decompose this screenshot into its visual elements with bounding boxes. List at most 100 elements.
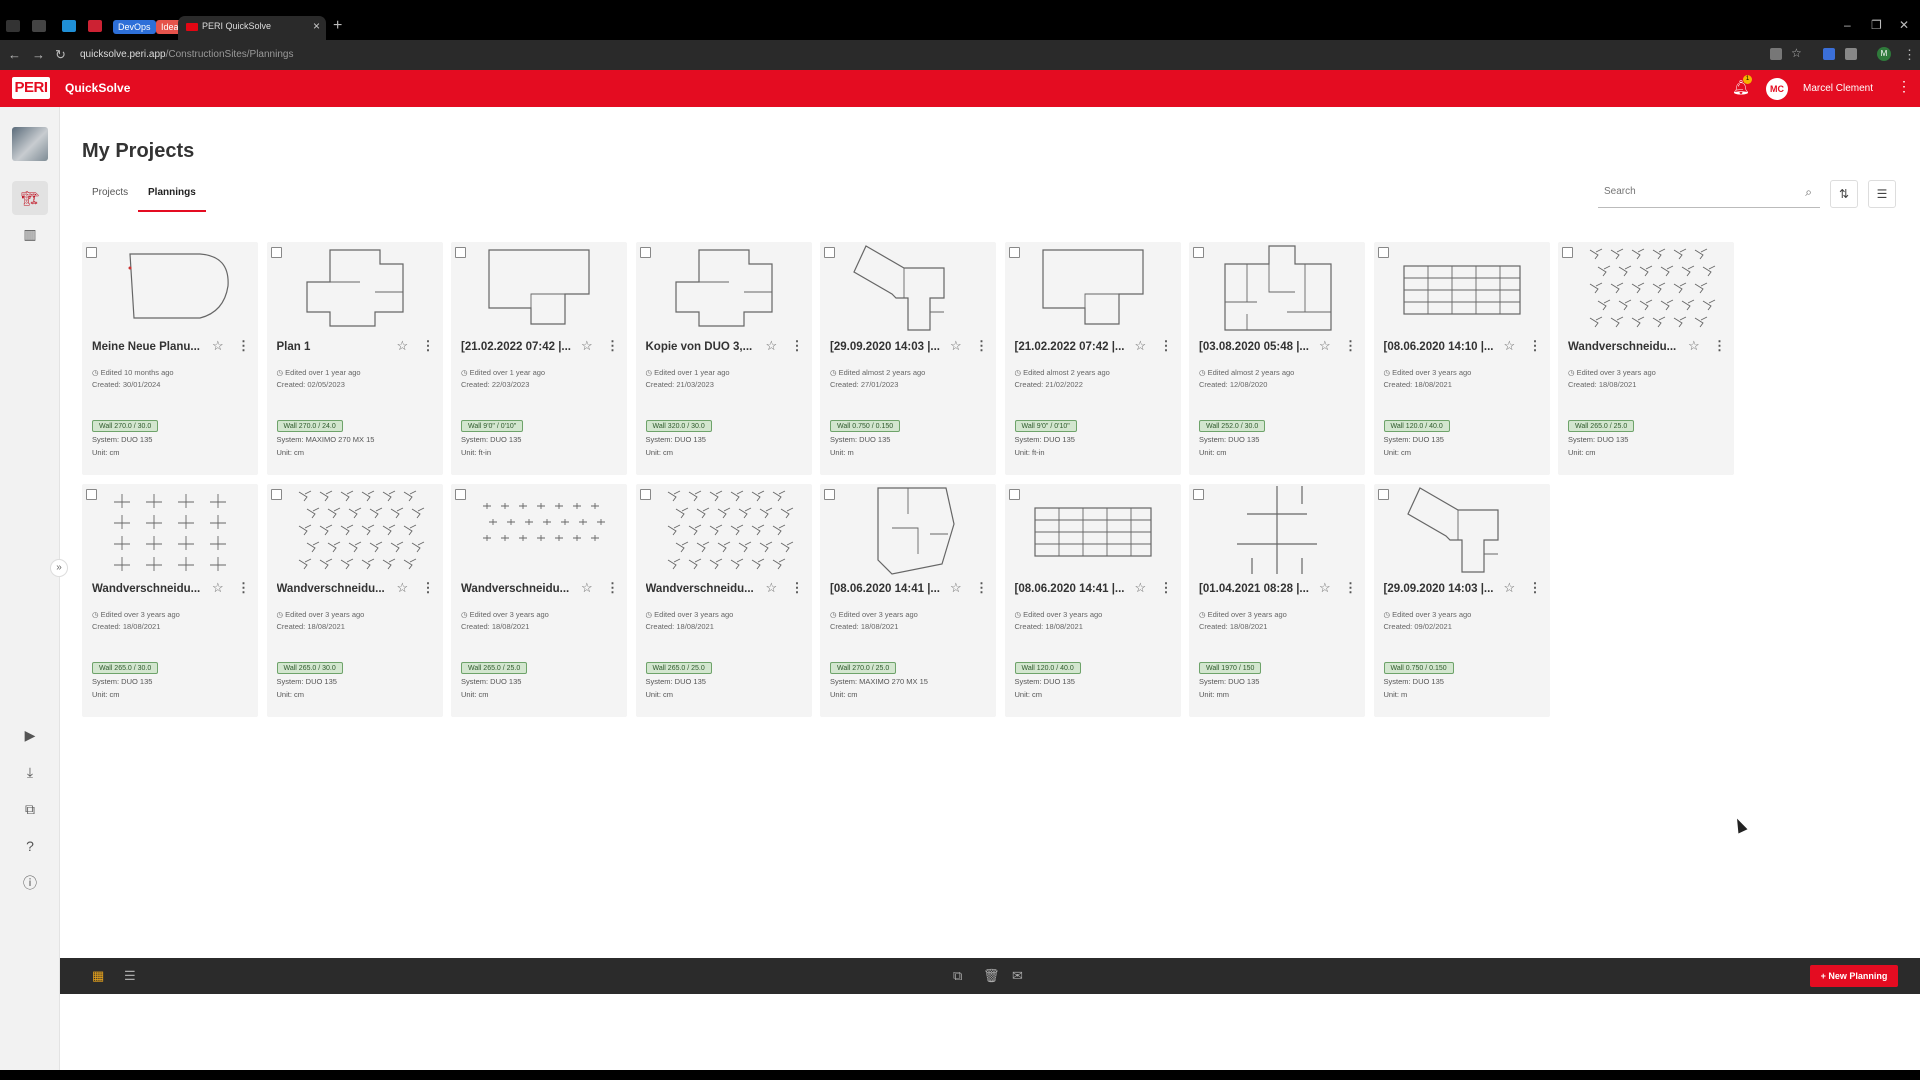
grid-view-icon[interactable]: ▦ — [92, 968, 104, 984]
card-menu-icon[interactable]: ⋮ — [422, 338, 435, 354]
planning-name[interactable]: Wandverschneidu... — [1568, 341, 1680, 353]
forward-icon[interactable]: → — [32, 47, 45, 62]
planning-card[interactable]: [21.02.2022 07:42 |... ☆ ⋮ ◷ Edited almo… — [1004, 242, 1181, 475]
peri-logo[interactable]: PERI — [12, 77, 50, 99]
card-select-checkbox[interactable] — [824, 489, 835, 500]
planning-card[interactable]: [03.08.2020 05:48 |... ☆ ⋮ ◷ Edited almo… — [1189, 242, 1365, 475]
favorite-star-icon[interactable]: ☆ — [212, 338, 224, 354]
card-select-checkbox[interactable] — [270, 489, 282, 500]
minimize-icon[interactable]: – — [1844, 18, 1851, 32]
floorplan-thumbnail[interactable] — [1023, 484, 1163, 576]
card-select-checkbox[interactable] — [1377, 489, 1389, 500]
planning-card[interactable]: Wandverschneidu... ☆ ⋮ ◷ Edited over 3 y… — [82, 484, 258, 717]
planning-name[interactable]: [08.06.2020 14:10 |... — [1384, 341, 1496, 353]
card-select-checkbox[interactable] — [1193, 247, 1204, 258]
projects-nav-icon[interactable]: 🏗︎ — [12, 181, 48, 215]
floorplan-thumbnail[interactable] — [654, 242, 794, 334]
app-menu-icon[interactable]: ⋮ — [1897, 78, 1911, 95]
construction-site-thumbnail[interactable] — [12, 127, 48, 161]
favorite-star-icon[interactable]: ☆ — [1135, 580, 1147, 596]
planning-card[interactable]: Kopie von DUO 3,... ☆ ⋮ ◷ Edited over 1 … — [635, 242, 812, 475]
planning-name[interactable]: Plan 1 — [277, 341, 389, 353]
extension-icon[interactable] — [1823, 48, 1835, 60]
planning-card[interactable]: [01.04.2021 08:28 |... ☆ ⋮ ◷ Edited over… — [1189, 484, 1365, 717]
card-menu-icon[interactable]: ⋮ — [606, 338, 619, 354]
planning-card[interactable]: [08.06.2020 14:10 |... ☆ ⋮ ◷ Edited over… — [1373, 242, 1550, 475]
card-select-checkbox[interactable] — [1008, 247, 1020, 258]
profile-avatar[interactable]: M — [1877, 47, 1891, 61]
favorite-star-icon[interactable]: ☆ — [581, 580, 593, 596]
card-menu-icon[interactable]: ⋮ — [1344, 338, 1357, 354]
card-menu-icon[interactable]: ⋮ — [1713, 338, 1726, 354]
pinned-tab-icon[interactable] — [32, 20, 46, 32]
floorplan-thumbnail[interactable] — [285, 484, 425, 576]
planning-name[interactable]: Kopie von DUO 3,... — [646, 341, 758, 353]
card-select-checkbox[interactable] — [270, 247, 282, 258]
new-tab-icon[interactable]: + — [333, 17, 342, 35]
card-menu-icon[interactable]: ⋮ — [422, 580, 435, 596]
card-menu-icon[interactable]: ⋮ — [791, 580, 804, 596]
floorplan-thumbnail[interactable] — [838, 484, 978, 576]
install-app-icon[interactable] — [1770, 48, 1782, 60]
card-menu-icon[interactable]: ⋮ — [1529, 580, 1542, 596]
favorite-star-icon[interactable]: ☆ — [1688, 338, 1700, 354]
info-icon[interactable]: ⓘ — [12, 866, 48, 900]
restore-icon[interactable]: ❐ — [1871, 18, 1882, 32]
floorplan-thumbnail[interactable] — [1392, 242, 1532, 334]
card-menu-icon[interactable]: ⋮ — [237, 580, 250, 596]
help-icon[interactable]: ? — [12, 829, 48, 863]
planning-card[interactable]: Wandverschneidu... ☆ ⋮ ◷ Edited over 3 y… — [266, 484, 443, 717]
card-menu-icon[interactable]: ⋮ — [1160, 338, 1173, 354]
favorite-star-icon[interactable]: ☆ — [766, 338, 778, 354]
list-view-icon[interactable]: ☰ — [124, 968, 136, 984]
planning-name[interactable]: [29.09.2020 14:03 |... — [1384, 583, 1496, 595]
tab-group-devops[interactable]: DevOps — [113, 20, 156, 34]
card-select-checkbox[interactable] — [1377, 247, 1389, 258]
card-menu-icon[interactable]: ⋮ — [791, 338, 804, 354]
favorite-star-icon[interactable]: ☆ — [766, 580, 778, 596]
planning-name[interactable]: [21.02.2022 07:42 |... — [1015, 341, 1127, 353]
floorplan-thumbnail[interactable] — [838, 242, 978, 334]
user-name[interactable]: Marcel Clement — [1803, 83, 1873, 94]
favorite-star-icon[interactable]: ☆ — [581, 338, 593, 354]
planning-card[interactable]: Wandverschneidu... ☆ ⋮ ◷ Edited over 3 y… — [1558, 242, 1734, 475]
favorite-star-icon[interactable]: ☆ — [950, 580, 962, 596]
card-select-checkbox[interactable] — [1008, 489, 1020, 500]
card-menu-icon[interactable]: ⋮ — [606, 580, 619, 596]
floorplan-thumbnail[interactable] — [469, 242, 609, 334]
pinned-tab-icon[interactable] — [88, 20, 102, 32]
card-menu-icon[interactable]: ⋮ — [237, 338, 250, 354]
floorplan-thumbnail[interactable] — [1207, 242, 1347, 334]
favorite-star-icon[interactable]: ☆ — [1319, 580, 1331, 596]
mail-icon[interactable]: ✉ — [1012, 968, 1023, 984]
card-select-checkbox[interactable] — [455, 247, 466, 258]
card-select-checkbox[interactable] — [86, 247, 97, 258]
expand-sidebar-chevron-icon[interactable]: » — [50, 559, 68, 577]
planning-name[interactable]: Wandverschneidu... — [646, 583, 758, 595]
tab-projects[interactable]: Projects — [82, 182, 138, 212]
close-tab-icon[interactable]: × — [313, 19, 320, 33]
close-window-icon[interactable]: ✕ — [1899, 18, 1909, 32]
new-planning-button[interactable]: + New Planning — [1810, 965, 1898, 987]
card-menu-icon[interactable]: ⋮ — [1160, 580, 1173, 596]
card-select-checkbox[interactable] — [639, 247, 651, 258]
duplicate-icon[interactable]: ⧉ — [953, 968, 962, 984]
planning-name[interactable]: Meine Neue Planu... — [92, 341, 204, 353]
floorplan-thumbnail[interactable] — [654, 484, 794, 576]
planning-name[interactable]: Wandverschneidu... — [277, 583, 389, 595]
back-icon[interactable]: ← — [8, 47, 21, 62]
planning-card[interactable]: [29.09.2020 14:03 |... ☆ ⋮ ◷ Edited over… — [1373, 484, 1550, 717]
floorplan-thumbnail[interactable] — [1207, 484, 1347, 576]
card-menu-icon[interactable]: ⋮ — [975, 580, 988, 596]
card-select-checkbox[interactable] — [1562, 247, 1573, 258]
filter-sliders-icon[interactable]: ☰ — [1868, 180, 1896, 208]
floorplan-thumbnail[interactable] — [1023, 242, 1163, 334]
card-menu-icon[interactable]: ⋮ — [1344, 580, 1357, 596]
favorite-star-icon[interactable]: ☆ — [950, 338, 962, 354]
planning-name[interactable]: [08.06.2020 14:41 |... — [830, 583, 942, 595]
reload-icon[interactable]: ↻ — [55, 47, 66, 63]
card-menu-icon[interactable]: ⋮ — [1529, 338, 1542, 354]
planning-name[interactable]: [03.08.2020 05:48 |... — [1199, 341, 1311, 353]
floorplan-thumbnail[interactable] — [1576, 242, 1716, 334]
floorplan-thumbnail[interactable] — [1392, 484, 1532, 576]
